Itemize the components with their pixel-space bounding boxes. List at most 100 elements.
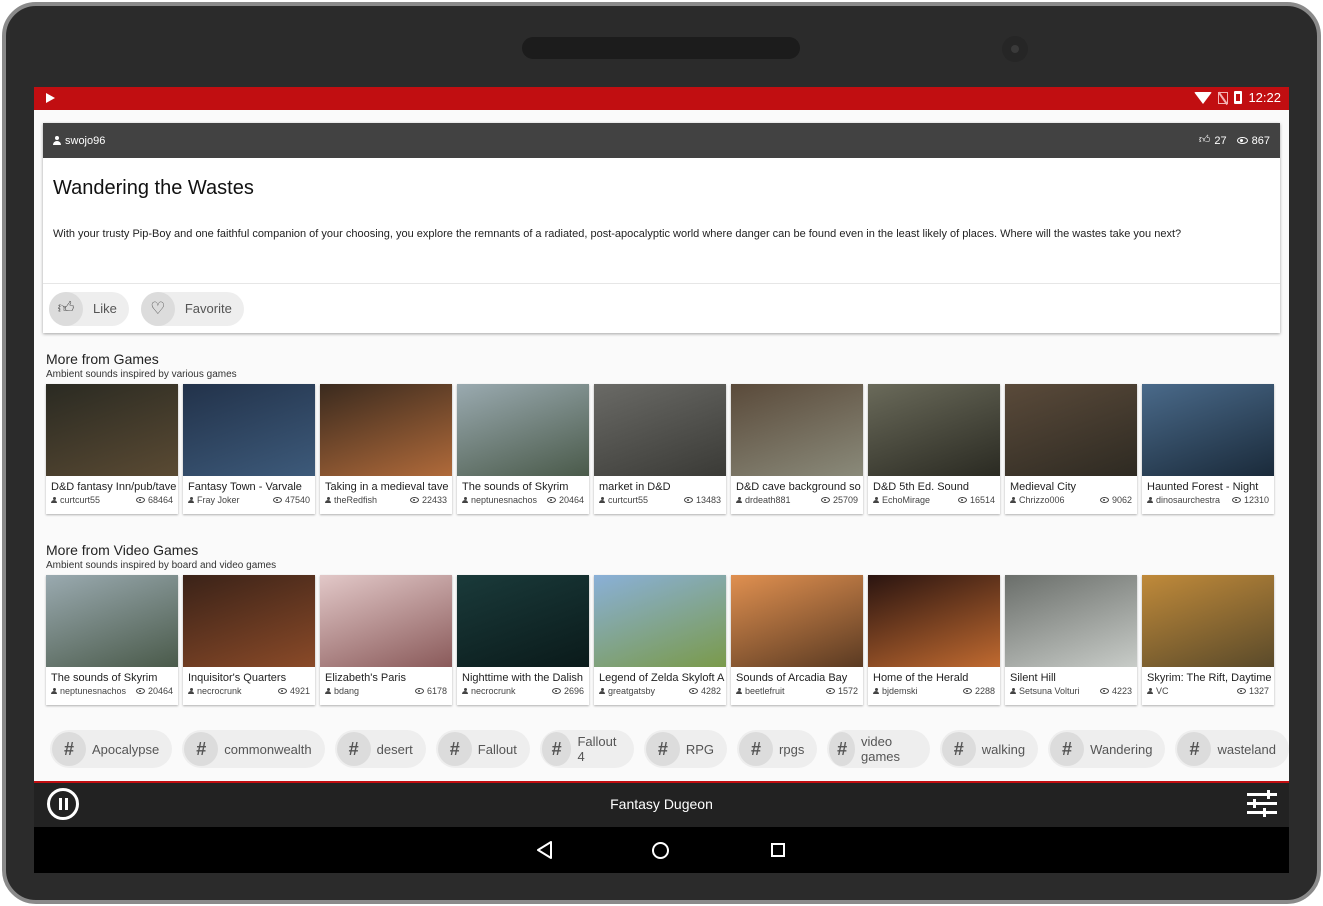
sound-tile[interactable]: Home of the Herald bjdemski 2288 (868, 575, 1000, 705)
sound-thumbnail (46, 575, 178, 667)
favorite-label: Favorite (184, 301, 232, 316)
tag-label: Fallout (477, 741, 517, 757)
like-label: Like (93, 301, 117, 316)
sound-tile[interactable]: D&D fantasy Inn/pub/tave curtcurt55 68464 (46, 384, 178, 514)
person-icon (1010, 687, 1016, 695)
tag-chip[interactable]: # Wandering (1048, 730, 1166, 768)
eye-icon (1099, 497, 1109, 503)
eye-icon (962, 688, 972, 694)
sound-thumbnail (183, 384, 315, 476)
tag-chip[interactable]: # walking (939, 730, 1039, 768)
sound-tile[interactable]: D&D cave background so drdeath881 25709 (731, 384, 863, 514)
card-header: swojo96 👍︎ 27 867 (43, 123, 1280, 158)
sound-tile[interactable]: Medieval City Chrizzo006 9062 (1005, 384, 1137, 514)
tile-views: 2696 (563, 686, 584, 696)
eye-icon (414, 688, 424, 694)
hashtag-icon: # (437, 732, 472, 766)
sound-tile[interactable]: D&D 5th Ed. Sound EchoMirage 16514 (868, 384, 1000, 514)
sound-tile[interactable]: Elizabeth's Paris bdang 6178 (320, 575, 452, 705)
tile-views: 16514 (969, 495, 995, 505)
tag-chip[interactable]: # video games (827, 730, 930, 768)
thumb-up-icon: 👍︎ (49, 291, 83, 326)
tile-title: Haunted Forest - Night (1147, 481, 1259, 493)
no-sim-icon (1218, 91, 1229, 104)
tag-label: walking (981, 741, 1026, 757)
tile-views: 4223 (1111, 686, 1132, 696)
tile-views: 47540 (284, 495, 310, 505)
tile-title: market in D&D (599, 481, 671, 493)
back-icon[interactable] (536, 841, 554, 859)
tag-label: Wandering (1090, 741, 1153, 757)
sound-tile[interactable]: Skyrim: The Rift, Daytime VC 1327 (1142, 575, 1274, 705)
tag-chip[interactable]: # RPG (643, 730, 728, 768)
person-icon (325, 496, 331, 504)
sound-tile[interactable]: market in D&D curtcurt55 13483 (594, 384, 726, 514)
sound-thumbnail (1142, 575, 1274, 667)
eye-icon (1236, 137, 1248, 144)
sound-tile[interactable]: Fantasy Town - Varvale Fray Joker 47540 (183, 384, 315, 514)
tile-author: Chrizzo006 (1019, 495, 1065, 505)
sound-tile[interactable]: Sounds of Arcadia Bay beetlefruit 1572 (731, 575, 863, 705)
hashtag-icon: # (1177, 732, 1212, 766)
person-icon (873, 496, 879, 504)
tag-chip[interactable]: # commonwealth (182, 730, 325, 768)
home-icon[interactable] (652, 842, 669, 859)
tag-chip[interactable]: # wasteland (1175, 730, 1289, 768)
person-icon (462, 687, 468, 695)
sound-tile[interactable]: Haunted Forest - Night dinosaurchestra 123… (1142, 384, 1274, 514)
sound-thumbnail (1005, 384, 1137, 476)
sound-thumbnail (457, 384, 589, 476)
like-button[interactable]: 👍︎ Like (49, 291, 129, 326)
tile-views: 1572 (837, 686, 858, 696)
tag-chip[interactable]: # rpgs (737, 730, 818, 768)
person-icon (53, 136, 61, 145)
speaker-grille (522, 37, 800, 59)
battery-icon (1234, 91, 1243, 104)
nav-bar (34, 827, 1289, 873)
person-icon (599, 496, 605, 504)
tag-chip[interactable]: # desert (334, 730, 426, 768)
tag-label: commonwealth (224, 741, 312, 757)
player-title[interactable]: Fantasy Dugeon (34, 796, 1289, 812)
eye-icon (135, 497, 145, 503)
person-icon (1147, 496, 1153, 504)
favorite-button[interactable]: ♡ Favorite (140, 291, 244, 326)
tag-chip[interactable]: # Apocalypse (50, 730, 173, 768)
heart-icon: ♡ (140, 291, 175, 326)
tag-chip[interactable]: # Fallout (435, 730, 530, 768)
author-name[interactable]: swojo96 (65, 135, 105, 147)
section-games: More from Games Ambient sounds inspired … (46, 351, 1278, 514)
sound-tile[interactable]: Silent Hill Setsuna Volturi 4223 (1005, 575, 1137, 705)
thumb-up-icon: 👍︎ (1198, 134, 1211, 146)
eye-icon (825, 688, 835, 694)
sound-tile[interactable]: Inquisitor's Quarters necrocrunk 4921 (183, 575, 315, 705)
tile-author: neptunesnachos (471, 495, 538, 505)
tile-author: Setsuna Volturi (1019, 686, 1080, 696)
sound-description: With your trusty Pip-Boy and one faithfu… (53, 228, 1182, 240)
sound-tile[interactable]: Legend of Zelda Skyloft A greatgatsby 4282 (594, 575, 726, 705)
sound-tile[interactable]: Nighttime with the Dalish necrocrunk 2696 (457, 575, 589, 705)
tile-views: 6178 (426, 686, 447, 696)
eye-icon (272, 497, 282, 503)
sound-tile[interactable]: Taking in a medieval tave theRedfish 22433 (320, 384, 452, 514)
play-icon (46, 93, 55, 103)
sound-tile[interactable]: The sounds of Skyrim neptunesnachos 20464 (46, 575, 178, 705)
mixer-icon[interactable] (1247, 790, 1277, 817)
eye-icon (1231, 497, 1241, 503)
recents-icon[interactable] (771, 843, 785, 857)
tile-title: D&D 5th Ed. Sound (873, 481, 970, 493)
eye-icon (820, 497, 830, 503)
tag-label: video games (861, 734, 901, 764)
tag-chip[interactable]: # Fallout 4 (539, 730, 634, 768)
person-icon (1010, 496, 1016, 504)
person-icon (736, 687, 742, 695)
tile-author: curtcurt55 (608, 495, 649, 505)
sound-tile[interactable]: The sounds of Skyrim neptunesnachos 20464 (457, 384, 589, 514)
section-title: More from Games (46, 351, 159, 367)
tile-views: 12310 (1243, 495, 1269, 505)
tile-author: greatgatsby (608, 686, 656, 696)
sound-thumbnail (46, 384, 178, 476)
tile-title: The sounds of Skyrim (462, 481, 569, 493)
screen: 12:22 swojo96 👍︎ 27 867 Wandering the Wa… (34, 87, 1289, 873)
sound-thumbnail (320, 384, 452, 476)
